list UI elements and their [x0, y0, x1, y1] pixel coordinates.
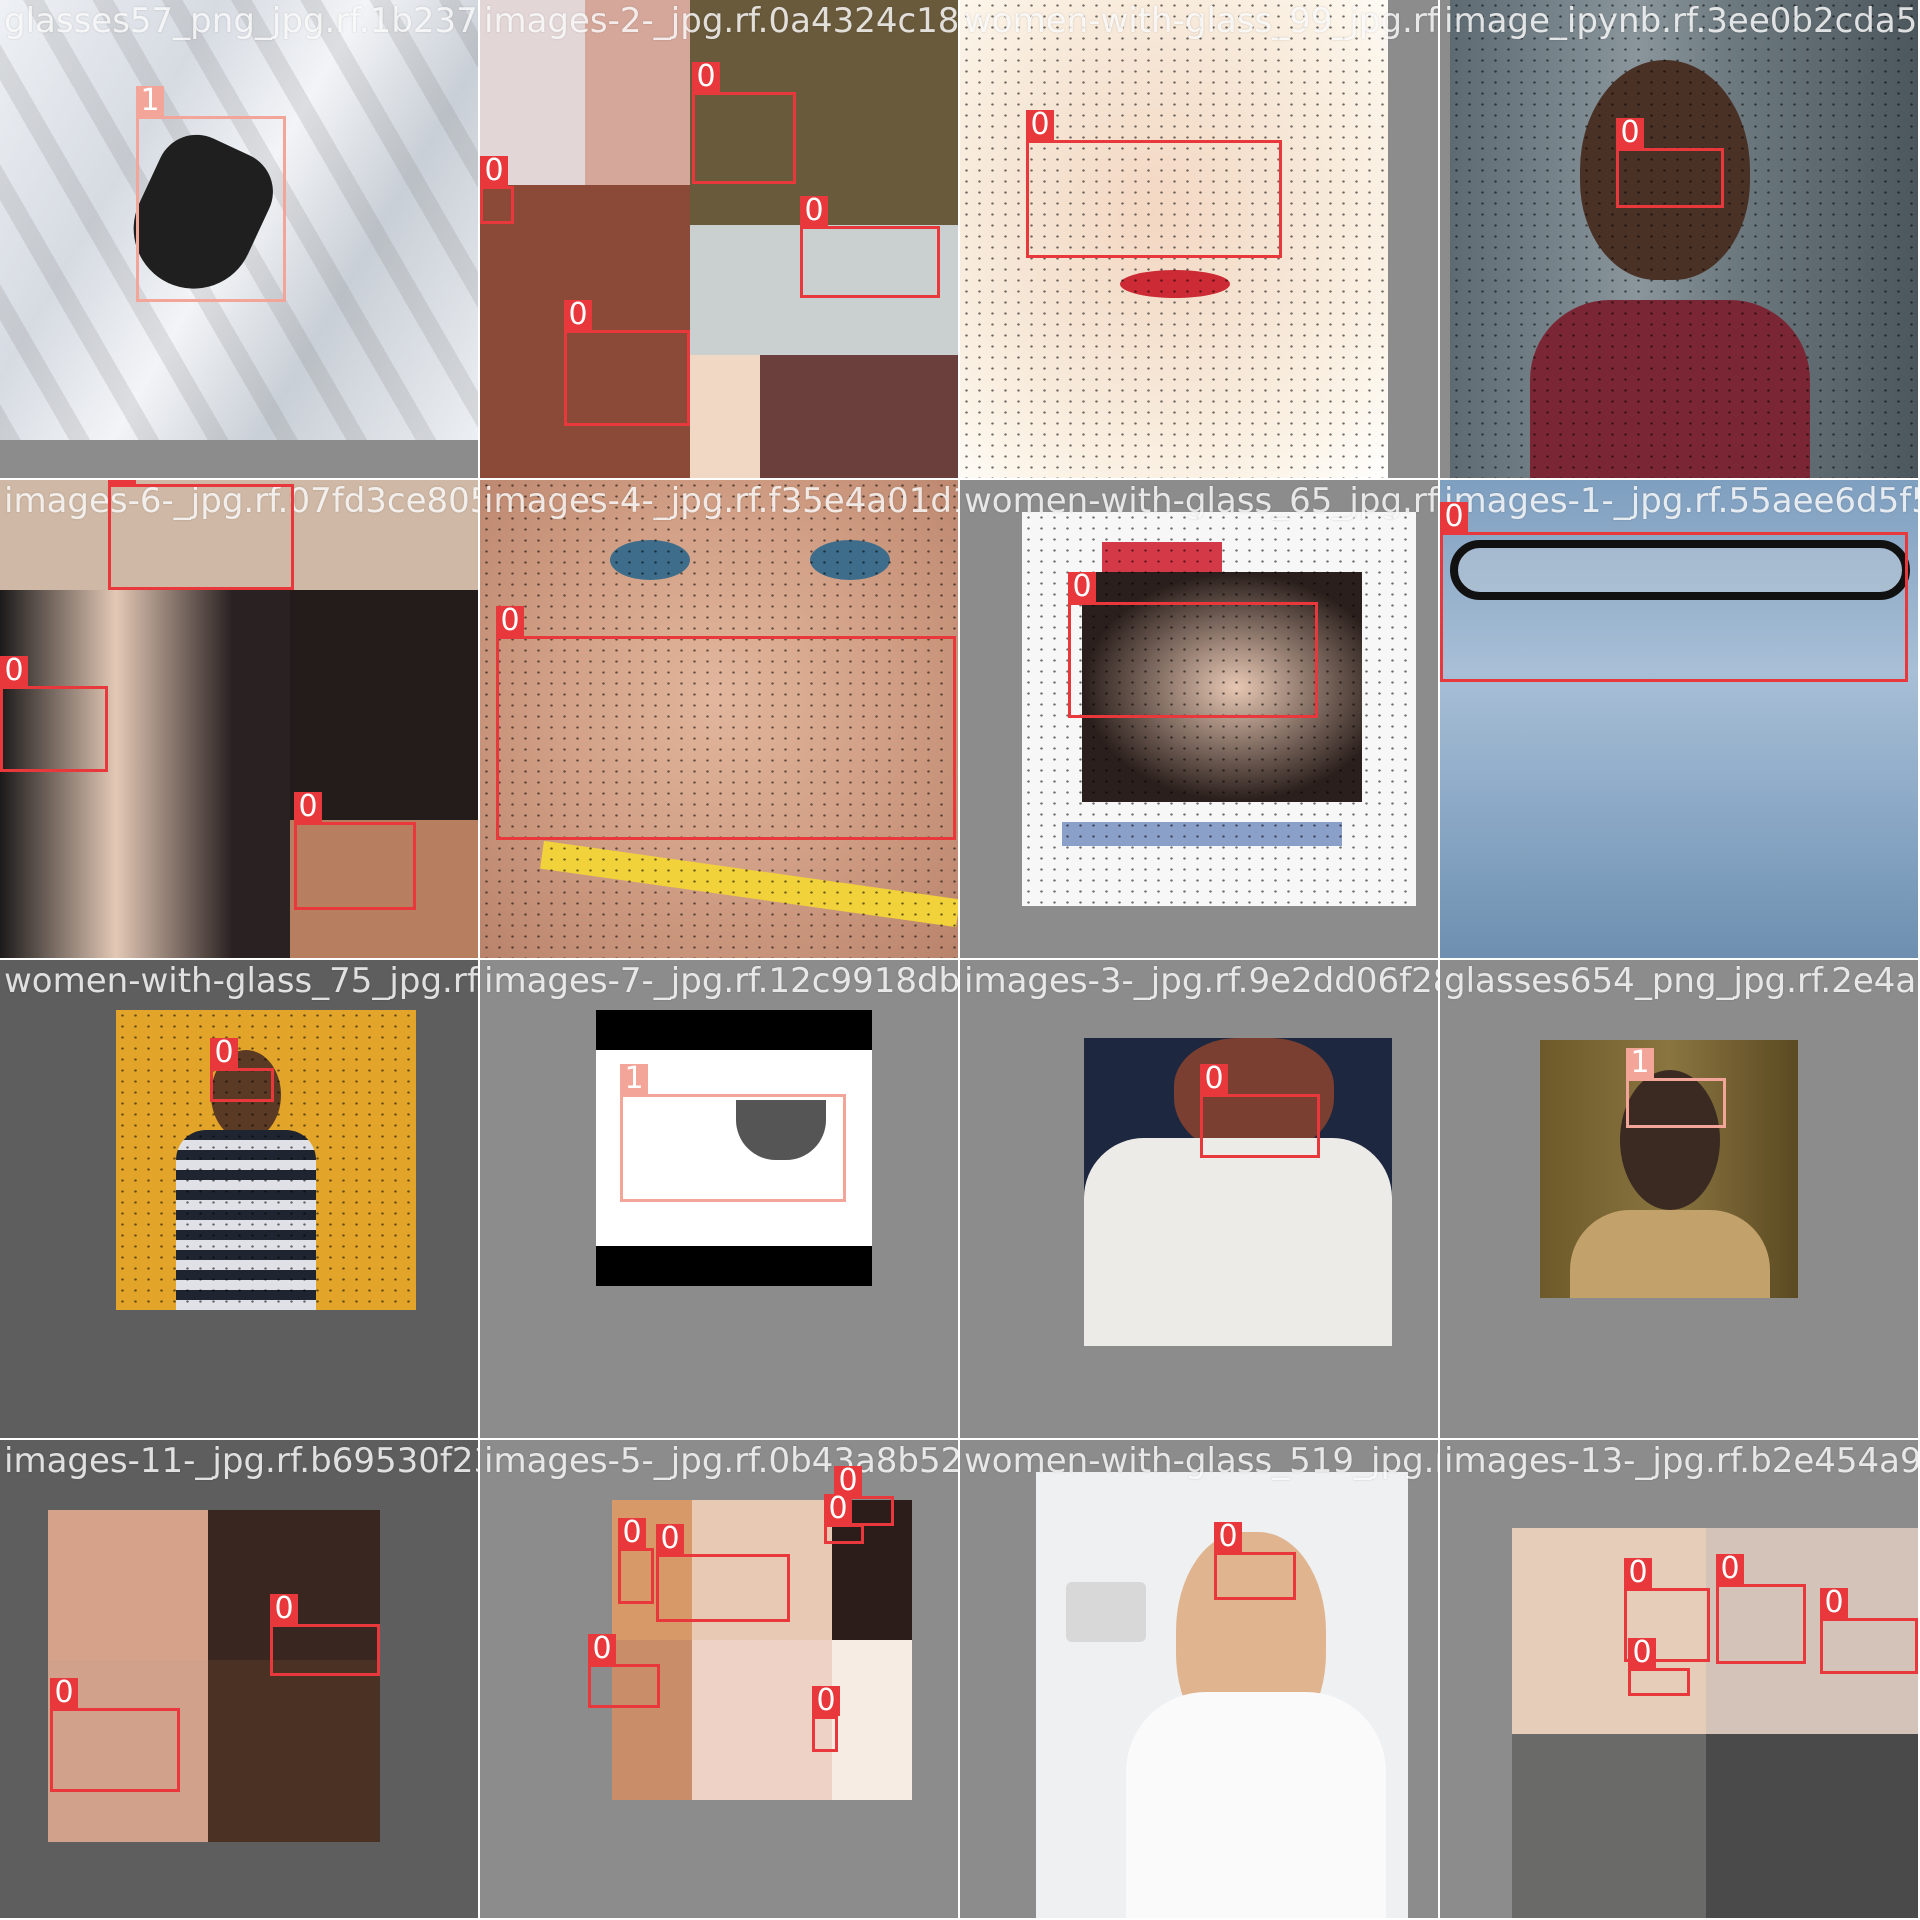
detection-box: 0 — [480, 156, 514, 224]
detection-class-label: 0 — [294, 792, 322, 822]
detection-class-label: 0 — [496, 606, 524, 636]
detection-box: 0 — [294, 792, 416, 910]
mosaic-tile: glasses654_png_jpg.rf.2e4a94a6b0c3d1e.jp… — [1440, 960, 1918, 1438]
detection-class-label: 0 — [1068, 572, 1096, 602]
mosaic-tile: women-with-glass_99_jpg.rf.7cd8f4d5f1ae7… — [960, 0, 1438, 478]
detection-class-label: 0 — [1214, 1522, 1242, 1552]
detection-box: 0 — [1200, 1064, 1320, 1158]
detection-box: 0 — [1068, 572, 1318, 718]
image-filename: images-3-_jpg.rf.9e2dd06f2820a5ad67419d7… — [964, 961, 1438, 1001]
detection-class-label: 0 — [480, 156, 508, 186]
detection-class-label: 0 — [270, 1594, 298, 1624]
mosaic-tile: women-with-glass_75_jpg.rf.b12c9918db551… — [0, 960, 478, 1438]
detection-box: 0 — [692, 62, 796, 184]
detection-box: 1 — [620, 1064, 846, 1202]
mosaic-tile: glasses57_png_jpg.rf.1b237fede6dd3fc6bb7… — [0, 0, 478, 478]
detection-class-label: 1 — [136, 86, 164, 116]
detection-box: 0 — [210, 1038, 274, 1102]
detection-box: 0 — [1616, 118, 1724, 208]
image-filename: glasses654_png_jpg.rf.2e4a94a6b0c3d1e.jp… — [1444, 961, 1918, 1001]
detection-box: 0 — [1820, 1588, 1918, 1674]
mosaic-tile: women-with-glass_65_jpg.rf.55aee6d5f5c57… — [960, 480, 1438, 958]
detection-box: 0 — [50, 1678, 180, 1792]
mosaic-grid: glasses57_png_jpg.rf.1b237fede6dd3fc6bb7… — [0, 0, 1920, 1920]
image-filename: images-7-_jpg.rf.12c9918db551f3b5ca16794… — [484, 961, 958, 1001]
detection-box: 0 — [1716, 1554, 1806, 1664]
mosaic-tile: images-7-_jpg.rf.12c9918db551f3b5ca16794… — [480, 960, 958, 1438]
detection-box: 0 — [0, 656, 108, 772]
mosaic-tile: images-4-_jpg.rf.f35e4a01d1a03c98fdf0ce3… — [480, 480, 958, 958]
detection-box: 0 — [564, 300, 690, 426]
mosaic-tile: women-with-glass_519_jpg.rf.b2e454a94d6c… — [960, 1440, 1438, 1918]
detection-box: 0 — [270, 1594, 380, 1676]
detection-box: 0 — [800, 196, 940, 298]
detection-class-label: 0 — [692, 62, 720, 92]
detection-class-label: 0 — [588, 1634, 616, 1664]
image-filename: images-5-_jpg.rf.0b43a8b52ac299bf52b7e90… — [484, 1441, 958, 1481]
detection-box: 0 — [1440, 502, 1908, 682]
detection-class-label: 0 — [656, 1524, 684, 1554]
detection-class-label: 0 — [108, 480, 136, 484]
mosaic-tile: images-1-_jpg.rf.55aee6d5f5c5732d27cdd9d… — [1440, 480, 1918, 958]
detection-box: 1 — [1626, 1048, 1726, 1128]
detection-box: 0 — [824, 1494, 864, 1544]
detection-class-label: 0 — [800, 196, 828, 226]
detection-class-label: 0 — [618, 1518, 646, 1548]
detection-box: 0 — [588, 1634, 660, 1708]
image-filename: women-with-glass_75_jpg.rf.b12c9918db551… — [4, 961, 478, 1001]
photo — [48, 1510, 380, 1842]
detection-box: 0 — [108, 480, 294, 590]
detection-class-label: 0 — [1440, 502, 1468, 532]
mosaic-tile: images-13-_jpg.rf.b2e454a94d6c0f3b1e2a.j… — [1440, 1440, 1918, 1918]
detection-class-label: 0 — [564, 300, 592, 330]
mosaic-tile: images-3-_jpg.rf.9e2dd06f2820a5ad67419d7… — [960, 960, 1438, 1438]
detection-class-label: 0 — [50, 1678, 78, 1708]
image-filename: images-11-_jpg.rf.b69530f236a2e5f10f0b43… — [4, 1441, 478, 1481]
photo — [1512, 1528, 1918, 1918]
detection-box: 1 — [136, 86, 286, 302]
mosaic-tile: images-6-_jpg.rf.07fd3ce8053a139e4c15f5a… — [0, 480, 478, 958]
image-filename: images-13-_jpg.rf.b2e454a94d6c0f3b1e2a.j… — [1444, 1441, 1918, 1481]
mosaic-tile: image_ipynb.rf.3ee0b2cda5f21b4b4f28dc8ea… — [1440, 0, 1918, 478]
detection-class-label: 0 — [1820, 1588, 1848, 1618]
mosaic-tile: images-5-_jpg.rf.0b43a8b52ac299bf52b7e90… — [480, 1440, 958, 1918]
detection-class-label: 0 — [812, 1686, 840, 1716]
detection-class-label: 0 — [1624, 1558, 1652, 1588]
detection-class-label: 0 — [1026, 110, 1054, 140]
detection-box: 0 — [1214, 1522, 1296, 1600]
detection-box: 0 — [496, 606, 956, 840]
detection-box: 0 — [812, 1686, 840, 1752]
detection-class-label: 1 — [620, 1064, 648, 1094]
detection-class-label: 0 — [1200, 1064, 1228, 1094]
detection-class-label: 0 — [1716, 1554, 1744, 1584]
detection-box: 0 — [1628, 1638, 1690, 1696]
detection-class-label: 0 — [210, 1038, 238, 1068]
detection-box: 0 — [656, 1524, 790, 1622]
detection-class-label: 1 — [1626, 1048, 1654, 1078]
detection-class-label: 0 — [1628, 1638, 1656, 1668]
detection-box: 0 — [618, 1518, 654, 1604]
photo — [1084, 1038, 1392, 1346]
detection-class-label: 0 — [0, 656, 28, 686]
detection-box: 0 — [1026, 110, 1282, 258]
mosaic-tile: images-11-_jpg.rf.b69530f236a2e5f10f0b43… — [0, 1440, 478, 1918]
detection-class-label: 0 — [1616, 118, 1644, 148]
mosaic-tile: images-2-_jpg.rf.0a4324c18c6e8d5a35b8c35… — [480, 0, 958, 478]
photo — [1450, 0, 1918, 478]
photo — [116, 1010, 416, 1310]
detection-class-label: 0 — [824, 1494, 852, 1524]
